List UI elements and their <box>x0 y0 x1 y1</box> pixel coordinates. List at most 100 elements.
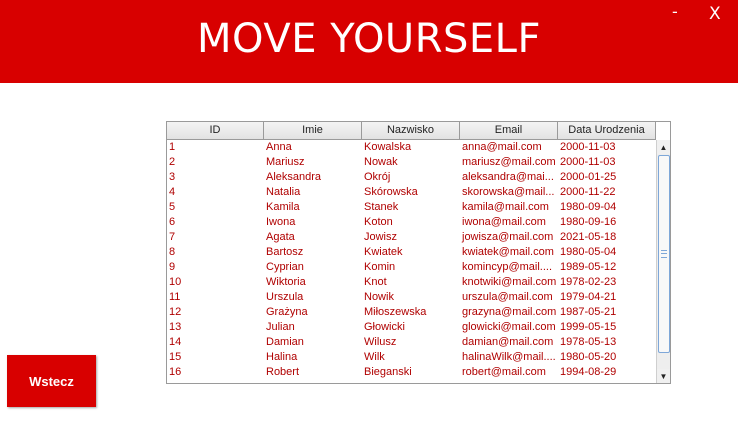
table-row[interactable]: 13 Julian Głowicki glowicki@mail.com 1999-05… <box>167 320 656 335</box>
cell-id: 4 <box>169 186 176 198</box>
cell-data-urodzenia: 1978-02-23 <box>560 276 617 288</box>
cell-imie: Natalia <box>266 186 301 198</box>
cell-imie: Halina <box>266 351 298 363</box>
cell-email: robert@mail.com <box>462 366 546 378</box>
cell-email: kamila@mail.com <box>462 201 549 213</box>
cell-nazwisko: Miłoszewska <box>364 306 427 318</box>
scroll-down-arrow-icon[interactable]: ▼ <box>657 369 670 383</box>
table-row[interactable]: 15 Halina Wilk halinaWilk@mail.... 1980-05-2… <box>167 350 656 365</box>
cell-email: komincyp@mail.... <box>462 261 553 273</box>
cell-nazwisko: Nowik <box>364 291 394 303</box>
scrollbar-thumb[interactable] <box>658 155 670 353</box>
cell-email: kwiatek@mail.com <box>462 246 554 258</box>
cell-nazwisko: Koton <box>364 216 393 228</box>
table-row[interactable]: 1 Anna Kowalska anna@mail.com 2000-11-03 <box>167 140 656 155</box>
cell-id: 7 <box>169 231 176 243</box>
cell-id: 12 <box>169 306 182 318</box>
column-header-email[interactable]: Email <box>460 122 558 139</box>
scroll-up-arrow-icon[interactable]: ▲ <box>657 140 670 154</box>
cell-nazwisko: Głowicki <box>364 321 405 333</box>
column-header-nazwisko[interactable]: Nazwisko <box>362 122 460 139</box>
cell-id: 11 <box>169 291 181 303</box>
cell-id: 9 <box>169 261 176 273</box>
cell-data-urodzenia: 1980-05-20 <box>560 351 617 363</box>
table-row[interactable]: 3 Aleksandra Okrój aleksandra@mai... 2000-01… <box>167 170 656 185</box>
cell-nazwisko: Stanek <box>364 201 399 213</box>
cell-nazwisko: Knot <box>364 276 387 288</box>
vertical-scrollbar[interactable]: ▲ ▼ <box>656 140 670 383</box>
cell-data-urodzenia: 2000-11-22 <box>560 186 616 198</box>
cell-imie: Damian <box>266 336 304 348</box>
cell-data-urodzenia: 2000-01-25 <box>560 171 617 183</box>
cell-data-urodzenia: 1999-05-15 <box>560 321 617 333</box>
minimize-button[interactable]: - <box>672 2 678 21</box>
cell-email: urszula@mail.com <box>462 291 553 303</box>
cell-id: 10 <box>169 276 182 288</box>
cell-id: 13 <box>169 321 182 333</box>
cell-email: aleksandra@mai... <box>462 171 554 183</box>
grip-icon <box>661 250 667 258</box>
cell-id: 5 <box>169 201 176 213</box>
cell-email: grazyna@mail.com <box>462 306 557 318</box>
table-row[interactable]: 6 Iwona Koton iwona@mail.com 1980-09-16 <box>167 215 656 230</box>
cell-email: jowisza@mail.com <box>462 231 554 243</box>
cell-nazwisko: Nowak <box>364 156 398 168</box>
cell-imie: Grażyna <box>266 306 308 318</box>
cell-email: anna@mail.com <box>462 141 542 153</box>
cell-data-urodzenia: 1987-05-21 <box>560 306 617 318</box>
cell-data-urodzenia: 1989-05-12 <box>560 261 617 273</box>
cell-nazwisko: Jowisz <box>364 231 398 243</box>
column-header-imie[interactable]: Imie <box>264 122 362 139</box>
cell-data-urodzenia: 1980-05-04 <box>560 246 617 258</box>
close-button[interactable]: X <box>709 4 721 24</box>
cell-id: 15 <box>169 351 182 363</box>
table-row[interactable]: 12 Grażyna Miłoszewska grazyna@mail.com 1987… <box>167 305 656 320</box>
table-row[interactable]: 14 Damian Wilusz damian@mail.com 1978-05-13 <box>167 335 656 350</box>
cell-id: 1 <box>169 141 176 153</box>
cell-id: 3 <box>169 171 176 183</box>
app-header: MOVE YOURSELF - X <box>0 0 738 83</box>
cell-data-urodzenia: 1994-08-29 <box>560 366 617 378</box>
cell-id: 16 <box>169 366 182 378</box>
table-row[interactable]: 7 Agata Jowisz jowisza@mail.com 2021-05-18 <box>167 230 656 245</box>
users-table[interactable]: ID Imie Nazwisko Email Data Urodzenia 1 A… <box>166 121 671 384</box>
cell-email: mariusz@mail.com <box>462 156 556 168</box>
cell-id: 8 <box>169 246 176 258</box>
cell-data-urodzenia: 1980-09-16 <box>560 216 617 228</box>
table-row[interactable]: 2 Mariusz Nowak mariusz@mail.com 2000-11-03 <box>167 155 656 170</box>
cell-imie: Mariusz <box>266 156 305 168</box>
cell-nazwisko: Skórowska <box>364 186 418 198</box>
cell-imie: Bartosz <box>266 246 304 258</box>
cell-id: 6 <box>169 216 176 228</box>
table-row[interactable]: 5 Kamila Stanek kamila@mail.com 1980-09-04 <box>167 200 656 215</box>
table-row[interactable]: 8 Bartosz Kwiatek kwiatek@mail.com 1980-05-0… <box>167 245 656 260</box>
cell-email: halinaWilk@mail.... <box>462 351 556 363</box>
cell-imie: Aleksandra <box>266 171 322 183</box>
cell-imie: Kamila <box>266 201 300 213</box>
cell-nazwisko: Komin <box>364 261 396 273</box>
cell-imie: Julian <box>266 321 295 333</box>
back-button[interactable]: Wstecz <box>7 355 96 407</box>
cell-imie: Urszula <box>266 291 304 303</box>
cell-email: iwona@mail.com <box>462 216 546 228</box>
cell-email: damian@mail.com <box>462 336 554 348</box>
table-row[interactable]: 4 Natalia Skórowska skorowska@mail... 2000-1… <box>167 185 656 200</box>
column-header-data-urodzenia[interactable]: Data Urodzenia <box>558 122 656 139</box>
cell-email: glowicki@mail.com <box>462 321 556 333</box>
cell-nazwisko: Wilk <box>364 351 385 363</box>
cell-email: knotwiki@mail.com <box>462 276 557 288</box>
table-row[interactable]: 9 Cyprian Komin komincyp@mail.... 1989-05-12 <box>167 260 656 275</box>
cell-id: 2 <box>169 156 176 168</box>
column-header-id[interactable]: ID <box>167 122 264 139</box>
cell-nazwisko: Kwiatek <box>364 246 403 258</box>
table-row[interactable]: 10 Wiktoria Knot knotwiki@mail.com 1978-02-2… <box>167 275 656 290</box>
table-row[interactable]: 16 Robert Bieganski robert@mail.com 1994-08-… <box>167 365 656 380</box>
table-header: ID Imie Nazwisko Email Data Urodzenia <box>167 122 656 140</box>
table-row[interactable]: 11 Urszula Nowik urszula@mail.com 1979-04-21 <box>167 290 656 305</box>
cell-data-urodzenia: 2000-11-03 <box>560 156 616 168</box>
cell-data-urodzenia: 1979-04-21 <box>560 291 617 303</box>
cell-nazwisko: Okrój <box>364 171 391 183</box>
cell-id: 14 <box>169 336 182 348</box>
cell-imie: Iwona <box>266 216 296 228</box>
cell-imie: Anna <box>266 141 292 153</box>
